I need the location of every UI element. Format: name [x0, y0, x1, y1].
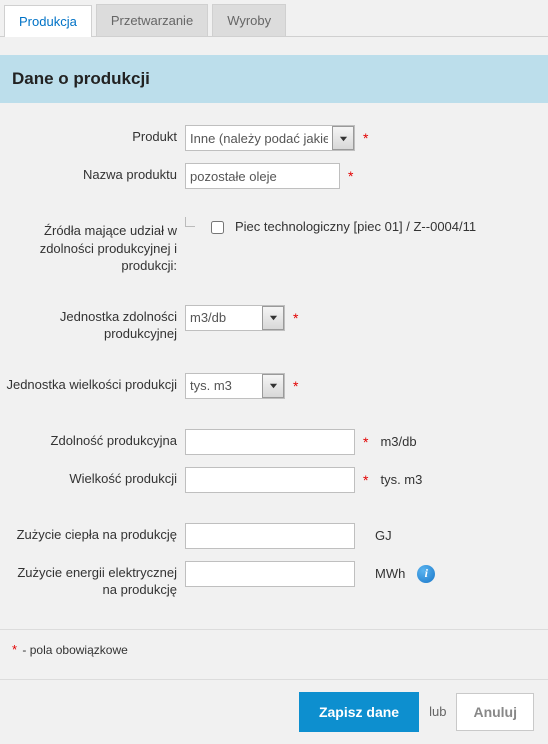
- tab-wyroby[interactable]: Wyroby: [212, 4, 286, 36]
- product-label: Produkt: [0, 123, 185, 146]
- required-mark: *: [361, 434, 370, 450]
- volume-unit-select[interactable]: tys. m3: [185, 373, 285, 399]
- volume-label: Wielkość produkcji: [0, 465, 185, 488]
- electricity-input[interactable]: [185, 561, 355, 587]
- save-button[interactable]: Zapisz dane: [299, 692, 419, 732]
- required-mark: *: [291, 310, 300, 326]
- heat-unit-text: GJ: [361, 528, 392, 543]
- section-title: Dane o produkcji: [0, 55, 548, 103]
- source-option-label: Piec technologiczny [piec 01] / Z--0004/…: [235, 219, 476, 234]
- volume-unit-label: Jednostka wielkości produkcji: [0, 371, 185, 394]
- electricity-unit-text: MWh: [361, 566, 405, 581]
- or-text: lub: [429, 704, 446, 719]
- capacity-unit-text: m3/db: [376, 434, 416, 449]
- required-mark: *: [361, 130, 370, 146]
- volume-input[interactable]: [185, 467, 355, 493]
- electricity-label: Zużycie energii elektrycznej na produkcj…: [0, 559, 185, 599]
- tree-corner-icon: [185, 217, 195, 227]
- product-name-input[interactable]: [185, 163, 340, 189]
- tabs: Produkcja Przetwarzanie Wyroby: [0, 0, 548, 37]
- tab-produkcja[interactable]: Produkcja: [4, 5, 92, 37]
- required-mark: *: [10, 642, 19, 657]
- tab-przetwarzanie[interactable]: Przetwarzanie: [96, 4, 208, 36]
- required-mark: *: [346, 168, 355, 184]
- cancel-button[interactable]: Anuluj: [456, 693, 534, 731]
- sources-label: Źródła mające udział w zdolności produkc…: [0, 217, 185, 275]
- info-icon[interactable]: i: [417, 565, 435, 583]
- form: Produkt Inne (należy podać jakie) * Nazw…: [0, 103, 548, 623]
- required-mark: *: [291, 378, 300, 394]
- button-bar: Zapisz dane lub Anuluj: [0, 679, 548, 744]
- capacity-unit-label: Jednostka zdolności produkcyjnej: [0, 303, 185, 343]
- volume-unit-text: tys. m3: [376, 472, 422, 487]
- heat-label: Zużycie ciepła na produkcję: [0, 521, 185, 544]
- capacity-input[interactable]: [185, 429, 355, 455]
- required-mark: *: [361, 472, 370, 488]
- capacity-label: Zdolność produkcyjna: [0, 427, 185, 450]
- product-select[interactable]: Inne (należy podać jakie): [185, 125, 355, 151]
- product-name-label: Nazwa produktu: [0, 161, 185, 184]
- source-checkbox[interactable]: [211, 221, 224, 234]
- capacity-unit-select[interactable]: m3/db: [185, 305, 285, 331]
- required-note: * - pola obowiązkowe: [0, 630, 548, 679]
- heat-input[interactable]: [185, 523, 355, 549]
- required-note-text: - pola obowiązkowe: [19, 643, 128, 657]
